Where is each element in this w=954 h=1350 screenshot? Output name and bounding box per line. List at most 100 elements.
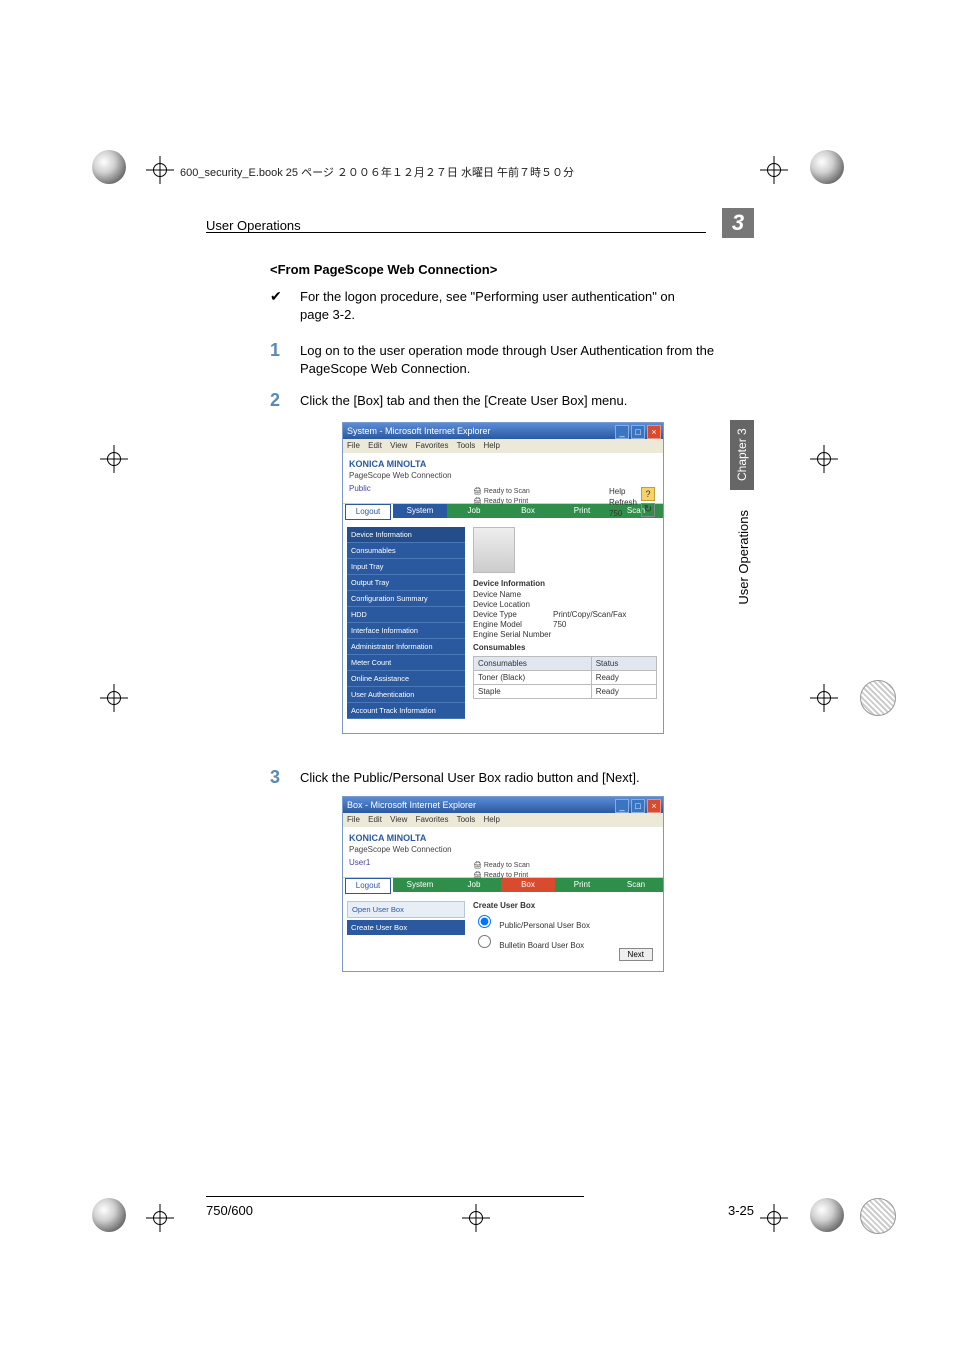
menu-view[interactable]: View: [390, 441, 407, 450]
print-mark: [92, 150, 126, 184]
menu-edit[interactable]: Edit: [368, 815, 382, 824]
sidebar-item[interactable]: Account Track Information: [347, 703, 465, 719]
tab-system[interactable]: System: [393, 878, 447, 892]
box-sidebar: Open User Box Create User Box: [347, 901, 465, 935]
sidebar-item[interactable]: Meter Count: [347, 655, 465, 671]
menu-edit[interactable]: Edit: [368, 441, 382, 450]
sidebar-item[interactable]: Interface Information: [347, 623, 465, 639]
col-header: Status: [591, 657, 656, 671]
step-number: 1: [270, 340, 280, 361]
sidebar-open-user-box[interactable]: Open User Box: [347, 901, 465, 918]
maximize-icon[interactable]: □: [631, 799, 645, 813]
tab-system[interactable]: System: [393, 504, 447, 518]
help-icon[interactable]: ?: [641, 487, 655, 501]
sidebar-item[interactable]: HDD: [347, 607, 465, 623]
menu-help[interactable]: Help: [484, 815, 500, 824]
sidebar-item[interactable]: Consumables: [347, 543, 465, 559]
sidebar-item[interactable]: Configuration Summary: [347, 591, 465, 607]
menu-view[interactable]: View: [390, 815, 407, 824]
label: Engine Serial Number: [473, 630, 553, 639]
tab-print[interactable]: Print: [555, 504, 609, 518]
close-icon[interactable]: ×: [647, 425, 661, 439]
product-name: PageScope Web Connection: [349, 845, 657, 854]
next-button[interactable]: Next: [619, 948, 653, 961]
cell: Ready: [591, 671, 656, 685]
consumables-heading: Consumables: [473, 643, 657, 652]
form-heading: Create User Box: [473, 901, 657, 910]
label: Device Location: [473, 600, 553, 609]
create-user-box-pane: Create User Box Public/Personal User Box…: [473, 901, 657, 952]
chapter-number-badge: 3: [722, 208, 754, 238]
logout-button[interactable]: Logout: [345, 504, 391, 520]
step-text: Click the Public/Personal User Box radio…: [300, 769, 730, 787]
step-text: Log on to the user operation mode throug…: [300, 342, 730, 377]
radio-label: Bulletin Board User Box: [499, 941, 584, 950]
device-status: 🖨 Ready to Scan 🖨 Ready to Print: [473, 487, 530, 507]
sidebar-item[interactable]: Output Tray: [347, 575, 465, 591]
print-mark: [146, 1204, 174, 1232]
minimize-icon[interactable]: _: [615, 799, 629, 813]
print-mark: [462, 1204, 490, 1232]
device-status: 🖨 Ready to Scan 🖨 Ready to Print: [473, 861, 530, 881]
system-sidebar: Device Information Consumables Input Tra…: [347, 527, 465, 719]
print-mark: [810, 684, 838, 712]
menu-tools[interactable]: Tools: [457, 815, 476, 824]
scan-status-icon: 🖨 Ready to Scan: [473, 487, 530, 497]
radio-label: Public/Personal User Box: [499, 921, 590, 930]
sidebar-item[interactable]: Device Information: [347, 527, 465, 543]
radio-bulletin-board[interactable]: [478, 935, 491, 948]
tab-scan[interactable]: Scan: [609, 878, 663, 892]
sidebar-item[interactable]: User Authentication: [347, 687, 465, 703]
sidebar-item[interactable]: Online Assistance: [347, 671, 465, 687]
minimize-icon[interactable]: _: [615, 425, 629, 439]
logout-button[interactable]: Logout: [345, 878, 391, 894]
sidebar-item[interactable]: Input Tray: [347, 559, 465, 575]
consumables-table: ConsumablesStatus Toner (Black)Ready Sta…: [473, 656, 657, 699]
help-link[interactable]: Help: [609, 487, 637, 496]
close-icon[interactable]: ×: [647, 799, 661, 813]
print-status-icon: 🖨 Ready to Print: [473, 871, 530, 881]
footer-rule: [206, 1196, 584, 1197]
ie-menubar[interactable]: File Edit View Favorites Tools Help: [343, 439, 663, 453]
window-title: System - Microsoft Internet Explorer: [347, 426, 491, 436]
label: Engine Model: [473, 620, 553, 629]
brand-logo-text: KONICA MINOLTA: [349, 833, 657, 843]
step-number: 2: [270, 390, 280, 411]
label: Device Name: [473, 590, 553, 599]
model-code: 750: [609, 509, 637, 518]
print-mark: [100, 445, 128, 473]
print-mark: [146, 156, 174, 184]
print-mark: [760, 1204, 788, 1232]
side-chapter-tab: Chapter 3: [730, 420, 754, 490]
ie-menubar[interactable]: File Edit View Favorites Tools Help: [343, 813, 663, 827]
menu-tools[interactable]: Tools: [457, 441, 476, 450]
menu-file[interactable]: File: [347, 441, 360, 450]
screenshot-system-tab: System - Microsoft Internet Explorer _ □…: [342, 422, 664, 734]
step-text: Click the [Box] tab and then the [Create…: [300, 392, 730, 410]
device-info-heading: Device Information: [473, 579, 657, 588]
device-image-icon: [473, 527, 515, 573]
label: Device Type: [473, 610, 553, 619]
refresh-icon[interactable]: ↻: [641, 503, 655, 517]
window-titlebar: Box - Microsoft Internet Explorer _ □ ×: [343, 797, 663, 813]
print-mark: [860, 1198, 896, 1234]
menu-favorites[interactable]: Favorites: [416, 441, 449, 450]
radio-public-personal[interactable]: [478, 915, 491, 928]
cell: Staple: [474, 685, 592, 699]
menu-help[interactable]: Help: [484, 441, 500, 450]
sidebar-create-user-box[interactable]: Create User Box: [347, 920, 465, 935]
sidebar-item[interactable]: Administrator Information: [347, 639, 465, 655]
print-mark: [810, 150, 844, 184]
footer-model: 750/600: [206, 1203, 253, 1218]
maximize-icon[interactable]: □: [631, 425, 645, 439]
checkmark-icon: ✔: [270, 288, 282, 305]
refresh-link[interactable]: Refresh: [609, 498, 637, 507]
menu-file[interactable]: File: [347, 815, 360, 824]
step-number: 3: [270, 767, 280, 788]
menu-favorites[interactable]: Favorites: [416, 815, 449, 824]
print-mark: [760, 156, 788, 184]
tab-print[interactable]: Print: [555, 878, 609, 892]
product-name: PageScope Web Connection: [349, 471, 657, 480]
col-header: Consumables: [474, 657, 592, 671]
value: Print/Copy/Scan/Fax: [553, 610, 626, 619]
